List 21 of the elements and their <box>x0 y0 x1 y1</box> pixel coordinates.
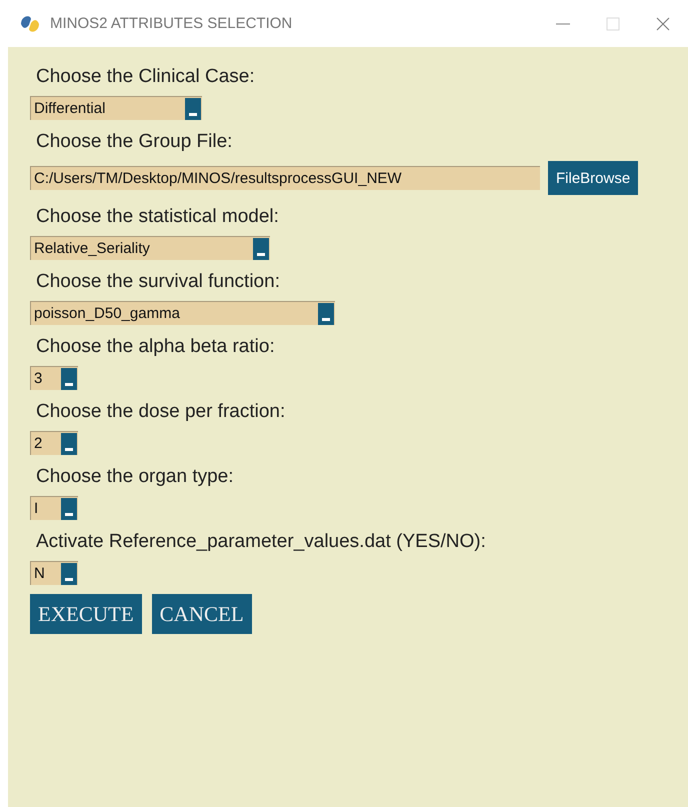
window-title: MINOS2 ATTRIBUTES SELECTION <box>50 15 292 32</box>
action-button[interactable]: CANCEL <box>152 594 252 634</box>
dropdown-value: 2 <box>34 435 42 452</box>
field-label: Choose the alpha beta ratio: <box>36 335 276 359</box>
dropdown-value: Differential <box>34 100 106 117</box>
field-label: Choose the survival function: <box>36 270 281 294</box>
dropdown-value: N <box>34 565 45 582</box>
dropdown-value: I <box>34 500 38 517</box>
field-label: Choose the statistical model: <box>36 205 280 229</box>
action-button[interactable]: EXECUTE <box>30 594 142 634</box>
field-label: Choose the organ type: <box>36 465 235 489</box>
field-label: Choose the dose per fraction: <box>36 400 286 424</box>
dropdown-value: 3 <box>34 370 42 387</box>
file-path-field[interactable]: C:/Users/TM/Desktop/MINOS/resultsprocessGUI_NEW <box>30 166 540 190</box>
field-label: Choose the Group File: <box>36 130 234 154</box>
file-browse-button[interactable]: FileBrowse <box>548 161 638 195</box>
close-icon[interactable] <box>656 16 670 30</box>
dropdown-value: poisson_D50_gamma <box>34 305 180 322</box>
dropdown-value: Relative_Seriality <box>34 240 150 257</box>
field-label: Choose the Clinical Case: <box>36 65 256 89</box>
field-label: Activate Reference_parameter_values.dat (YES/NO): <box>36 530 487 554</box>
